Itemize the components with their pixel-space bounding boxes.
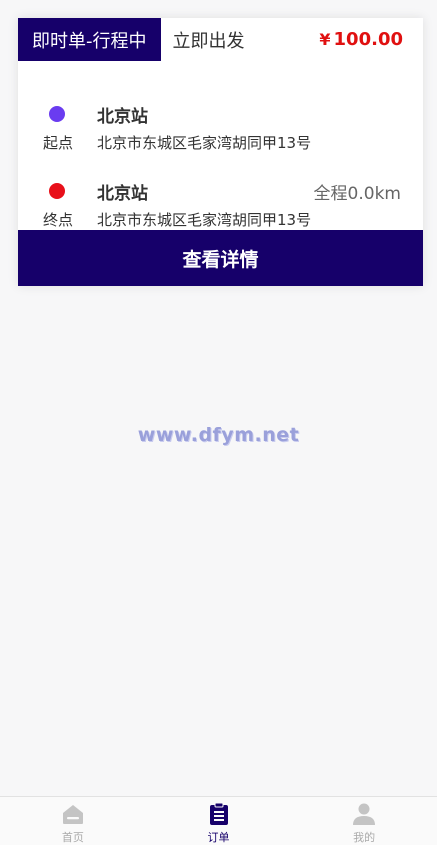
order-list-icon — [209, 802, 228, 825]
currency-symbol: ¥ — [319, 30, 331, 49]
end-station-name: 北京站 — [97, 184, 148, 204]
home-icon — [62, 805, 83, 824]
end-dot-icon — [49, 183, 65, 199]
end-location-row: 终点 北京站 全程0.0km 北京市东城区毛家湾胡同甲13号 — [18, 177, 423, 233]
bottom-tab-bar: 首页 订单 我的 — [0, 796, 437, 845]
start-location-row: 起点 北京站 北京市东城区毛家湾胡同甲13号 — [18, 100, 423, 156]
order-type-label: 立即出发 — [172, 30, 245, 52]
start-station-name: 北京站 — [97, 107, 148, 127]
order-card-header: 即时单-行程中 立即出发 ¥ 100.00 — [18, 18, 423, 61]
end-tag: 终点 — [42, 211, 73, 229]
order-price: ¥ 100.00 — [319, 18, 403, 61]
tab-home[interactable]: 首页 — [0, 797, 146, 845]
tab-orders-label: 订单 — [207, 831, 230, 844]
price-value: 100.00 — [333, 29, 403, 50]
user-icon — [353, 803, 376, 825]
start-tag: 起点 — [42, 134, 73, 152]
tab-profile-label: 我的 — [353, 831, 376, 844]
start-dot-icon — [49, 106, 65, 122]
end-address: 北京市东城区毛家湾胡同甲13号 — [97, 211, 312, 229]
view-details-button[interactable]: 查看详情 — [18, 230, 423, 286]
tab-home-label: 首页 — [61, 831, 84, 844]
trip-distance: 全程0.0km — [313, 184, 401, 204]
tab-profile[interactable]: 我的 — [291, 797, 437, 845]
start-address: 北京市东城区毛家湾胡同甲13号 — [97, 134, 312, 152]
order-card[interactable]: 即时单-行程中 立即出发 ¥ 100.00 起点 北京站 北京市东城区毛家湾胡同… — [18, 18, 423, 286]
watermark: www.dfym.net — [137, 424, 300, 446]
order-status-tag: 即时单-行程中 — [18, 18, 161, 61]
tab-orders[interactable]: 订单 — [146, 797, 292, 845]
order-page: 即时单-行程中 立即出发 ¥ 100.00 起点 北京站 北京市东城区毛家湾胡同… — [0, 0, 437, 845]
